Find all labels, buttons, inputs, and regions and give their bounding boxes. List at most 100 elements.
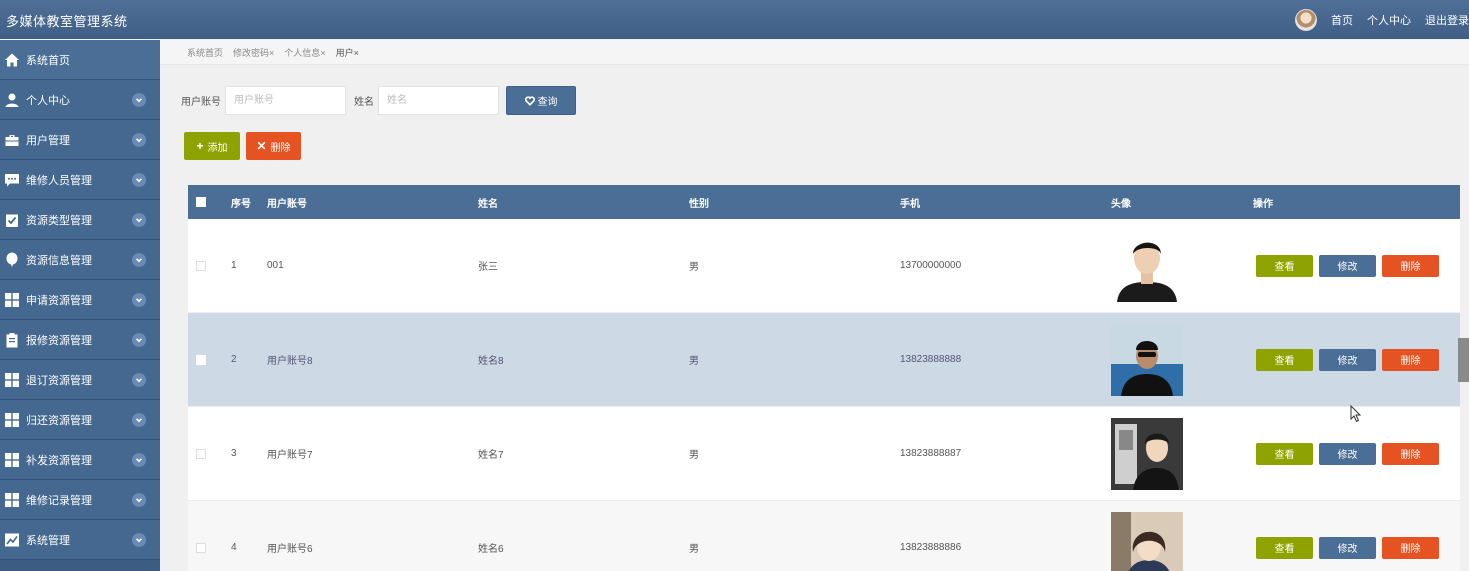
chat-icon — [4, 172, 20, 188]
table-row[interactable]: 2 用户账号8 姓名8 男 13823888888 查看 修改 删除 — [188, 313, 1460, 407]
sidebar-item-label: 申请资源管理 — [26, 294, 92, 307]
row-checkbox[interactable] — [196, 542, 206, 553]
row-checkbox[interactable] — [196, 260, 206, 271]
chevron-down-icon[interactable] — [132, 413, 146, 427]
sidebar-item-1[interactable]: 个人中心 — [0, 80, 160, 120]
chevron-down-icon[interactable] — [132, 253, 146, 267]
sidebar-item-2[interactable]: 用户管理 — [0, 120, 160, 160]
tab-1[interactable]: 修改密码× — [233, 46, 274, 59]
edit-button[interactable]: 修改 — [1319, 254, 1376, 277]
cell-phone: 13823888888 — [900, 354, 962, 365]
add-button[interactable]: + 添加 — [184, 132, 240, 160]
scrollbar-thumb[interactable] — [1458, 338, 1469, 382]
checklist-icon — [4, 212, 20, 228]
chevron-down-icon[interactable] — [132, 453, 146, 467]
table-row[interactable]: 1 001 张三 男 13700000000 查看 修改 删除 — [188, 219, 1460, 313]
avatar-photo — [1111, 323, 1183, 396]
sidebar-item-12[interactable]: 系统管理 — [0, 520, 160, 560]
edit-button[interactable]: 修改 — [1319, 348, 1376, 371]
cell-gender: 男 — [689, 356, 699, 367]
delete-button[interactable]: 删除 — [1382, 536, 1439, 559]
briefcase-icon — [4, 132, 20, 148]
tab-close-icon[interactable]: × — [269, 48, 274, 58]
cell-index: 1 — [231, 260, 237, 271]
sidebar-item-7[interactable]: 报修资源管理 — [0, 320, 160, 360]
name-label: 姓名 — [354, 97, 374, 108]
logout-link[interactable]: 退出登录 — [1425, 12, 1469, 28]
action-bar: + 添加 ✕ 删除 — [184, 132, 301, 160]
chevron-down-icon[interactable] — [132, 533, 146, 547]
sidebar-item-label: 个人中心 — [26, 94, 70, 107]
table-row[interactable]: 3 用户账号7 姓名7 男 13823888887 查看 修改 删除 — [188, 407, 1460, 501]
chevron-down-icon[interactable] — [132, 173, 146, 187]
row-checkbox[interactable] — [196, 354, 206, 365]
tab-3[interactable]: 用户× — [336, 46, 359, 59]
sidebar-item-label: 系统首页 — [26, 54, 70, 67]
sidebar-item-10[interactable]: 补发资源管理 — [0, 440, 160, 480]
chevron-down-icon[interactable] — [132, 293, 146, 307]
cell-name: 姓名6 — [478, 544, 504, 555]
tab-2[interactable]: 个人信息× — [284, 46, 325, 59]
delete-button[interactable]: 删除 — [1382, 254, 1439, 277]
query-button[interactable]: 查询 — [506, 86, 576, 115]
chevron-down-icon[interactable] — [132, 373, 146, 387]
cell-index: 2 — [231, 354, 237, 365]
sidebar-item-11[interactable]: 维修记录管理 — [0, 480, 160, 520]
table-row[interactable]: 4 用户账号6 姓名6 男 13823888886 查看 修改 删除 — [188, 501, 1460, 571]
chevron-down-icon[interactable] — [132, 93, 146, 107]
user-icon — [4, 92, 20, 108]
delete-label: 删除 — [270, 142, 291, 154]
table-header: 序号 用户账号 姓名 性别 手机 头像 操作 — [188, 185, 1460, 219]
profile-link[interactable]: 个人中心 — [1367, 12, 1411, 28]
sidebar-item-4[interactable]: 资源类型管理 — [0, 200, 160, 240]
edit-button[interactable]: 修改 — [1319, 442, 1376, 465]
sidebar-item-label: 系统管理 — [26, 534, 70, 547]
tab-bar: 系统首页 修改密码× 个人信息× 用户× — [160, 40, 1469, 65]
top-bar: 多媒体教室管理系统 首页 个人中心 退出登录 — [0, 0, 1469, 39]
view-button[interactable]: 查看 — [1256, 254, 1313, 277]
sidebar-item-9[interactable]: 归还资源管理 — [0, 400, 160, 440]
delete-button[interactable]: 删除 — [1382, 442, 1439, 465]
cell-account: 用户账号8 — [267, 356, 313, 367]
cell-name: 姓名8 — [478, 356, 504, 367]
sidebar-item-3[interactable]: 维修人员管理 — [0, 160, 160, 200]
header-phone: 手机 — [900, 198, 920, 210]
avatar-photo — [1111, 229, 1183, 302]
view-button[interactable]: 查看 — [1256, 536, 1313, 559]
sidebar-item-label: 归还资源管理 — [26, 414, 92, 427]
tab-0[interactable]: 系统首页 — [187, 46, 223, 59]
chart-icon — [4, 532, 20, 548]
close-icon: ✕ — [256, 139, 267, 153]
user-avatar[interactable] — [1295, 8, 1317, 31]
chevron-down-icon[interactable] — [132, 333, 146, 347]
account-label: 用户账号 — [181, 97, 221, 108]
sidebar-item-6[interactable]: 申请资源管理 — [0, 280, 160, 320]
delete-button[interactable]: 删除 — [1382, 348, 1439, 371]
view-button[interactable]: 查看 — [1256, 442, 1313, 465]
view-button[interactable]: 查看 — [1256, 348, 1313, 371]
sidebar-item-8[interactable]: 退订资源管理 — [0, 360, 160, 400]
sidebar-item-5[interactable]: 资源信息管理 — [0, 240, 160, 280]
batch-delete-button[interactable]: ✕ 删除 — [246, 132, 301, 160]
sidebar: 系统首页个人中心用户管理 维修人员管理 资源类型管理 资源信息管理申请资源管理报修资源… — [0, 40, 160, 571]
sidebar-item-label: 维修记录管理 — [26, 494, 92, 507]
account-search-input[interactable] — [225, 86, 346, 115]
home-link[interactable]: 首页 — [1331, 12, 1353, 28]
chevron-down-icon[interactable] — [132, 133, 146, 147]
tab-label: 系统首页 — [187, 47, 224, 58]
header-account: 用户账号 — [267, 198, 307, 210]
chevron-down-icon[interactable] — [132, 493, 146, 507]
sidebar-item-0[interactable]: 系统首页 — [0, 40, 160, 80]
name-search-input[interactable] — [378, 86, 499, 115]
select-all-checkbox[interactable] — [196, 197, 206, 207]
chevron-down-icon[interactable] — [132, 213, 146, 227]
sidebar-item-label: 退订资源管理 — [26, 374, 92, 387]
cell-account: 001 — [267, 260, 284, 271]
tab-close-icon[interactable]: × — [354, 48, 359, 58]
row-checkbox[interactable] — [196, 448, 206, 459]
cell-phone: 13700000000 — [900, 260, 962, 271]
search-form: 用户账号 姓名 查询 — [181, 86, 576, 115]
edit-button[interactable]: 修改 — [1319, 536, 1376, 559]
add-label: 添加 — [207, 142, 228, 154]
tab-close-icon[interactable]: × — [320, 48, 325, 58]
